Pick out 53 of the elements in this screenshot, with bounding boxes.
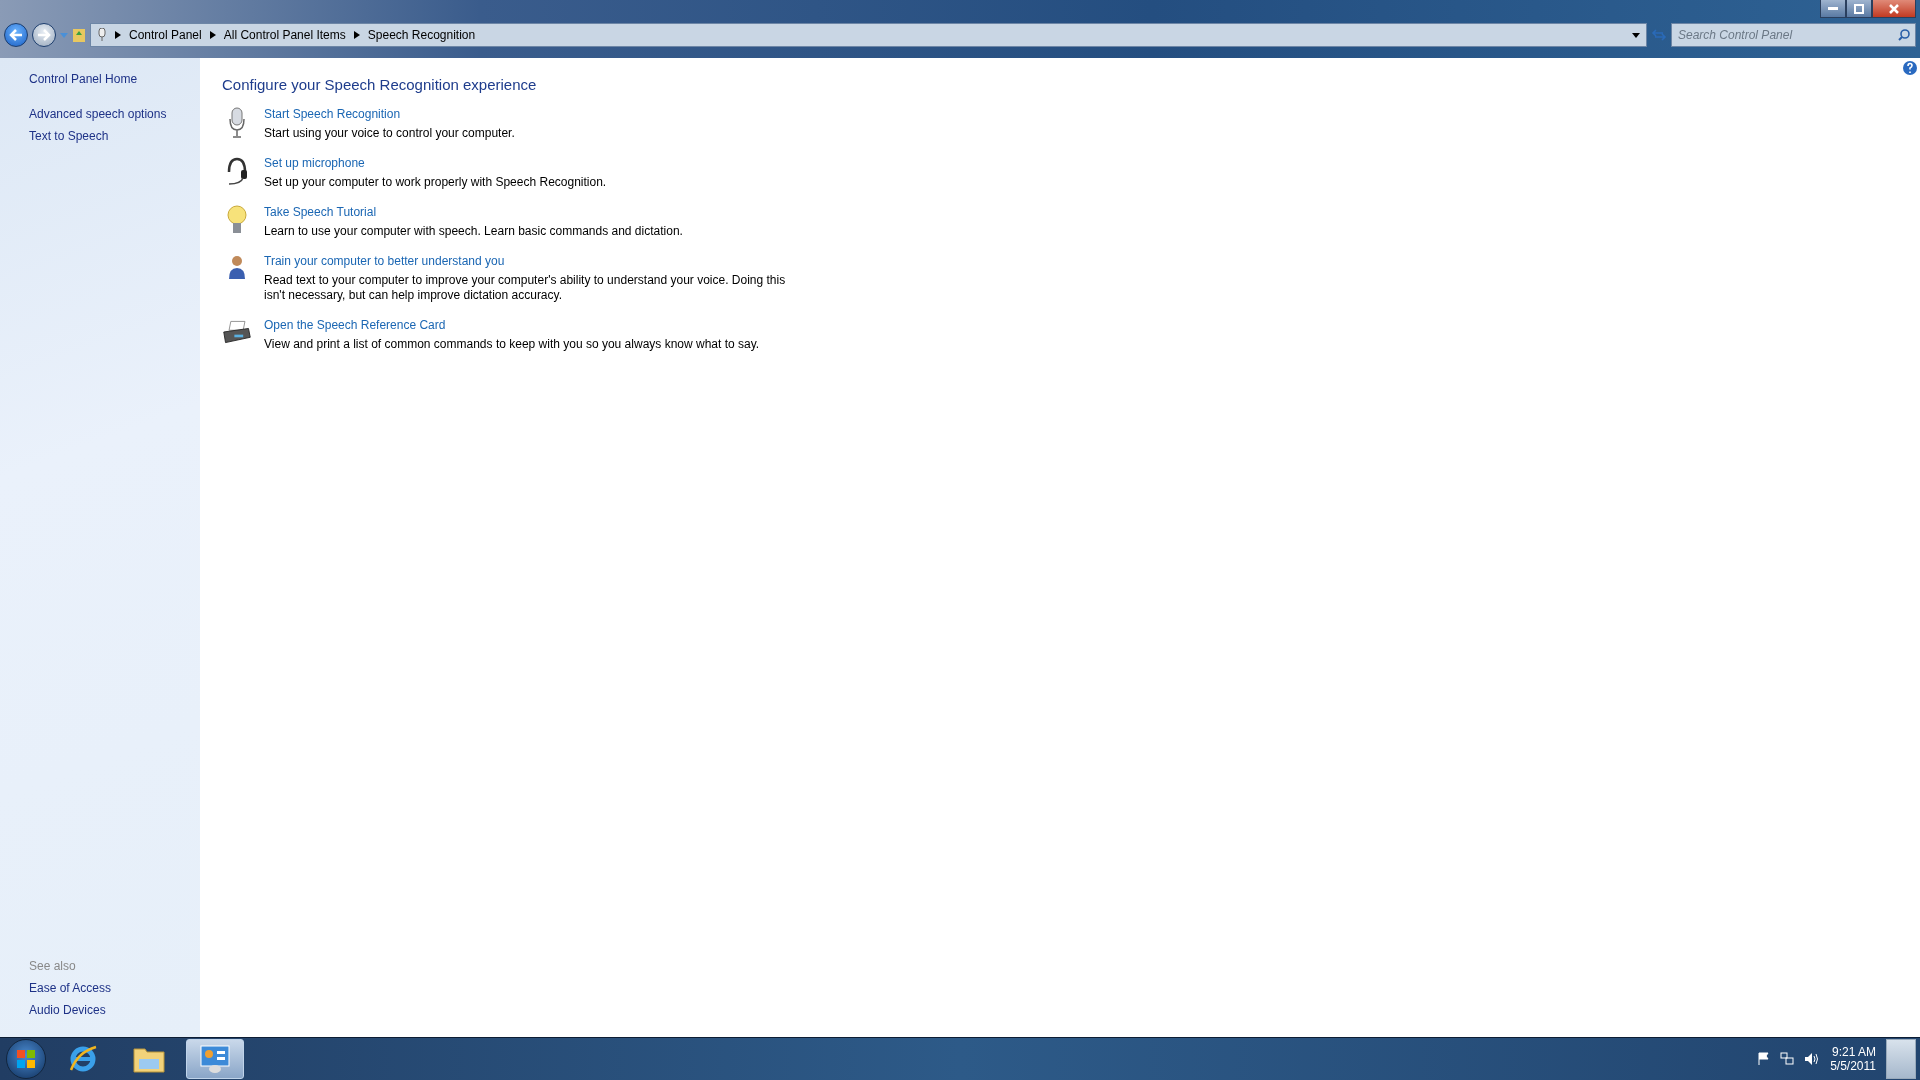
close-button[interactable] [1872, 0, 1916, 18]
restore-icon [1854, 3, 1864, 14]
microphone-icon [97, 28, 107, 42]
breadcrumb[interactable]: Speech Recognition [367, 28, 476, 42]
task-link[interactable]: Train your computer to better understand you [264, 254, 505, 268]
microphone-icon [228, 107, 246, 139]
sidebar-link[interactable]: Advanced speech options [29, 107, 167, 121]
sidebar-link[interactable]: Ease of Access [29, 981, 112, 995]
breadcrumb[interactable]: All Control Panel Items [223, 28, 346, 42]
sidebar-link[interactable]: Audio Devices [29, 1003, 106, 1017]
task-description: Learn to use your computer with speech. Learn basic commands and dictation. [264, 224, 683, 239]
clock-date[interactable]: 5/5/2011 [1830, 1059, 1876, 1073]
close-icon [1889, 3, 1899, 14]
search-field[interactable]: Search Control Panel [1671, 23, 1916, 47]
breadcrumb[interactable]: Control Panel [129, 28, 202, 42]
flag-icon[interactable] [1758, 1052, 1771, 1066]
network-icon[interactable] [1780, 1052, 1795, 1066]
forward-arrow-icon [37, 29, 51, 41]
headset-icon [225, 156, 249, 186]
start-button[interactable] [6, 1039, 46, 1079]
task-link[interactable]: Start Speech Recognition [264, 107, 401, 121]
task-description: Set up your computer to work properly with Speech Recognition. [264, 175, 607, 190]
sidebar-link[interactable]: Control Panel Home [29, 72, 138, 86]
task-description: Read text to your computer to improve your computer's ability to understand your voice. Doing this isn't necessary, but can help improve dictation accuracy. [264, 273, 787, 303]
task-link[interactable]: Take Speech Tutorial [264, 205, 377, 219]
see-also-heading: See also [29, 959, 77, 973]
task-description: Start using your voice to control your computer. [264, 126, 515, 141]
task-description: View and print a list of common commands to keep with you so you always know what to say. [264, 337, 760, 352]
maximize-button[interactable] [1846, 0, 1872, 18]
minimize-icon [1828, 6, 1838, 11]
person-icon [227, 254, 247, 280]
help-icon[interactable] [1902, 60, 1918, 76]
clock-time[interactable]: 9:21 AM [1831, 1045, 1876, 1059]
browser-icon [68, 1044, 98, 1074]
speaker-icon[interactable] [1804, 1052, 1821, 1066]
forward-button[interactable] [32, 23, 56, 47]
breadcrumb-arrow-icon[interactable] [115, 31, 121, 39]
windows-logo-icon [16, 1049, 36, 1069]
breadcrumb-arrow-icon[interactable] [353, 31, 360, 39]
sidebar-link[interactable]: Text to Speech [29, 129, 109, 143]
breadcrumb-arrow-icon[interactable] [209, 31, 216, 39]
control-panel-icon [199, 1044, 231, 1074]
back-button[interactable] [4, 23, 28, 47]
folder-icon [133, 1045, 165, 1073]
printer-icon [222, 318, 252, 346]
taskbar-button[interactable] [186, 1039, 244, 1079]
back-arrow-icon [9, 29, 23, 41]
dropdown-caret-icon[interactable] [1632, 32, 1640, 38]
search-icon[interactable] [1898, 29, 1910, 41]
minimize-button[interactable] [1820, 0, 1846, 18]
task-link[interactable]: Set up microphone [264, 156, 365, 170]
task-link[interactable]: Open the Speech Reference Card [264, 318, 446, 332]
page-title: Configure your Speech Recognition experience [222, 76, 538, 93]
